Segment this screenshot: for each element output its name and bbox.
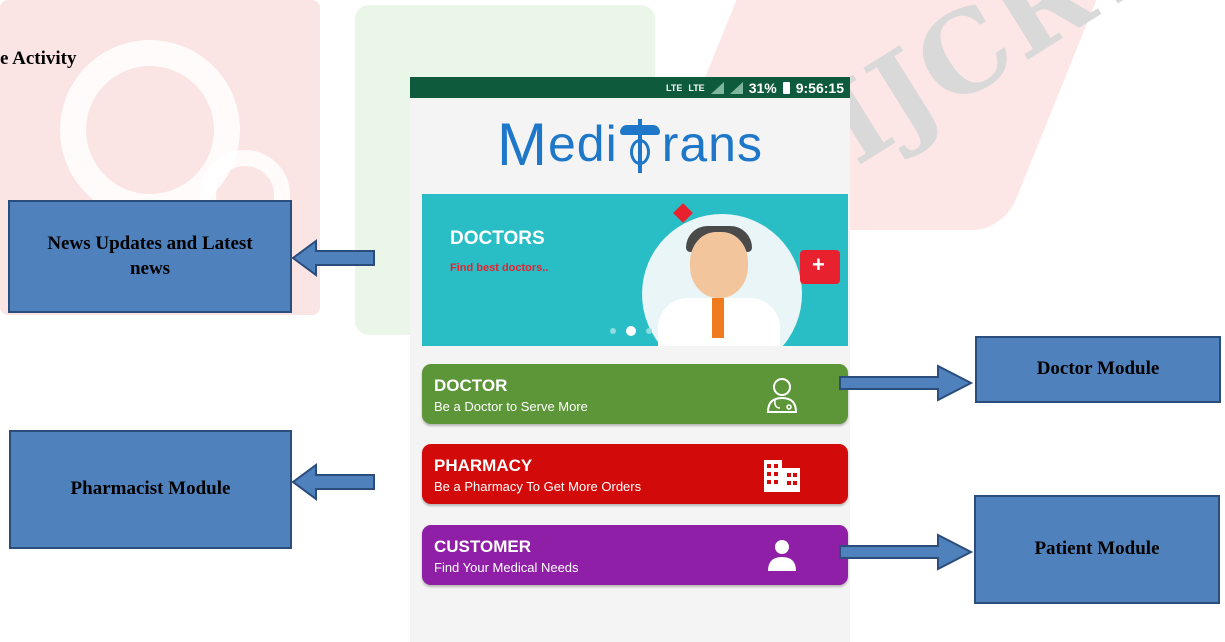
left-arrow-icon (291, 463, 375, 501)
doctor-callout: Doctor Module (975, 336, 1221, 403)
user-icon (768, 540, 796, 571)
clock: 9:56:15 (795, 79, 844, 96)
carousel-dot[interactable] (610, 328, 616, 334)
app-logo: M edi rans (410, 98, 850, 190)
news-callout: News Updates and Latest news (8, 200, 292, 313)
pharmacist-callout: Pharmacist Module (9, 430, 292, 549)
callout-label: News Updates and Latest news (47, 232, 253, 279)
battery-level: 31% (748, 79, 777, 96)
news-banner[interactable]: DOCTORS Find best doctors.. (422, 194, 848, 346)
right-arrow-icon (839, 533, 974, 571)
caduceus-icon (619, 115, 660, 173)
logo-letter: M (497, 110, 548, 178)
doctor-illustration (690, 232, 748, 298)
carousel-indicator[interactable] (610, 326, 652, 336)
page-label: e Activity (0, 48, 77, 69)
customer-module-button[interactable]: CUSTOMER Find Your Medical Needs (422, 525, 848, 585)
patient-callout: Patient Module (974, 495, 1220, 604)
banner-subtitle: Find best doctors.. (450, 262, 549, 274)
doctor-module-button[interactable]: DOCTOR Be a Doctor to Serve More (422, 364, 848, 424)
first-aid-kit-icon (800, 250, 840, 284)
carousel-dot[interactable] (646, 328, 652, 334)
pharmacy-module-button[interactable]: PHARMACY Be a Pharmacy To Get More Order… (422, 444, 848, 504)
phone-screen: LTE LTE 31% 9:56:15 M edi rans DOCTORS F… (410, 77, 850, 642)
logo-text: edi (547, 116, 618, 172)
callout-label: Pharmacist Module (70, 478, 231, 500)
left-arrow-icon (291, 239, 375, 277)
status-bar: LTE LTE 31% 9:56:15 (410, 77, 850, 98)
callout-label: Doctor Module (1036, 358, 1160, 380)
banner-title: DOCTORS (450, 228, 545, 249)
doctor-illustration (712, 298, 724, 338)
battery-icon (782, 81, 790, 94)
lte-indicator: LTE (688, 82, 705, 93)
right-arrow-icon (839, 364, 974, 402)
signal-icon (710, 81, 724, 94)
card-title: CUSTOMER (434, 537, 531, 556)
signal-icon (729, 81, 743, 94)
doctor-icon (766, 378, 798, 413)
card-subtitle: Find Your Medical Needs (434, 560, 579, 575)
card-subtitle: Be a Doctor to Serve More (434, 399, 588, 414)
card-title: PHARMACY (434, 456, 533, 475)
building-icon (764, 460, 800, 492)
callout-label: Patient Module (1034, 538, 1160, 560)
card-title: DOCTOR (434, 376, 508, 395)
card-subtitle: Be a Pharmacy To Get More Orders (434, 479, 642, 494)
logo-text: rans (661, 116, 763, 172)
carousel-dot-active[interactable] (626, 326, 636, 336)
lte-indicator: LTE (666, 82, 683, 93)
